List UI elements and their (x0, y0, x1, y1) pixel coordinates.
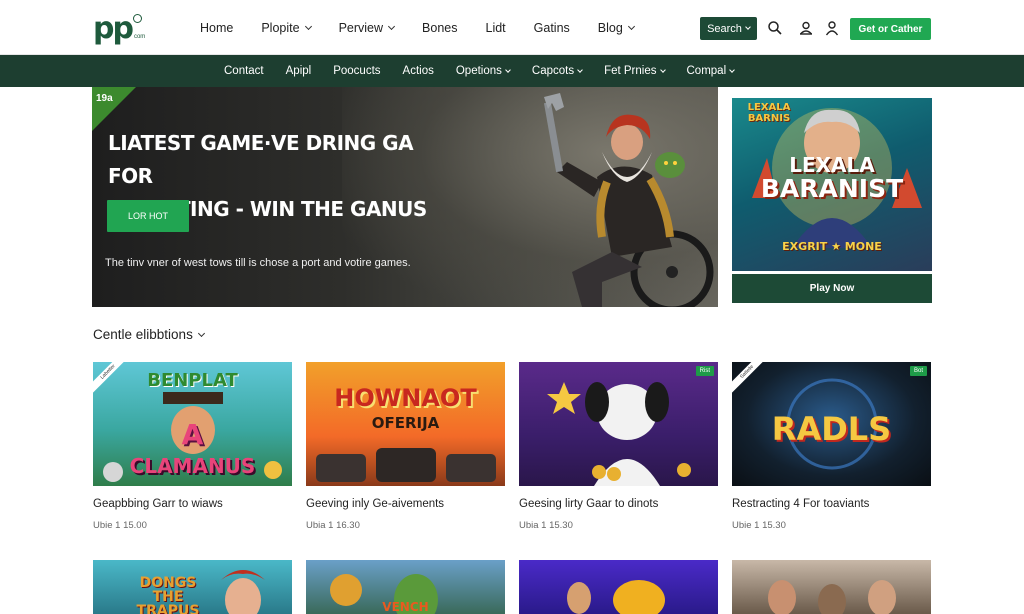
search-button-label: Search (707, 22, 742, 35)
subnav-item-label: Actios (402, 65, 434, 77)
subnav-item-label: Capcots (531, 65, 575, 77)
chevron-down-icon (197, 329, 205, 337)
promo-title-line: BARANIST (760, 174, 904, 203)
promo-corner-text: LEXALA BARNIS (747, 102, 791, 124)
game-card[interactable]: Labetter BENPLAT A CLAMANUS Geapbbing Ga… (93, 362, 292, 531)
nav-item-label: Bones (422, 20, 458, 35)
card-artwork (567, 580, 665, 614)
nav-item-blog[interactable]: Blog (597, 20, 635, 35)
subnav-item-label: Compal (686, 65, 727, 77)
logo-mark: pp (93, 11, 134, 46)
hero-title-line: Liatest game·ve dring ga for (108, 131, 414, 188)
card-image-text: CLAMANUS (129, 454, 256, 478)
card-title[interactable]: Geapbbing Garr to wiaws (93, 498, 292, 510)
game-card-partial[interactable] (519, 560, 718, 614)
secondary-nav: Contact Apipl Poocucts Actios Opetions Capcot… (0, 55, 1024, 87)
card-title[interactable]: Geesing lirty Gaar to dinots (519, 498, 718, 510)
nav-item-label: Lidt (485, 20, 506, 35)
game-card-partial[interactable]: DONGS THE TRAPUS (93, 560, 292, 614)
site-logo[interactable]: pp com (93, 12, 145, 44)
game-card[interactable]: HOWNAOT OFERIJA Geeving inly Ge-aivement… (306, 362, 505, 531)
card-meta: Ubia 1 15.30 (519, 520, 573, 531)
play-now-button[interactable]: Play Now (732, 274, 932, 303)
card-image-text: RADLS (771, 410, 892, 448)
chevron-down-icon (745, 24, 751, 30)
game-card-partial[interactable] (732, 560, 931, 614)
subnav-item-actios[interactable]: Actios (403, 65, 434, 77)
game-card-image: Labetter BENPLAT A CLAMANUS (93, 362, 292, 486)
game-card-image: HOWNAOT OFERIJA (306, 362, 505, 486)
hero-character-illustration (543, 93, 714, 307)
card-artwork (547, 382, 691, 486)
card-image-text: BENPLAT (147, 370, 238, 391)
card-artwork (221, 570, 265, 614)
chevron-down-icon (388, 22, 396, 30)
subnav-item-contact[interactable]: Contact (224, 65, 264, 77)
nav-item-home[interactable]: Home (200, 21, 233, 35)
card-meta: Ubie 1 15.00 (93, 520, 147, 531)
subnav-item-label: Opetions (455, 65, 502, 77)
card-badge: Bot (909, 366, 927, 376)
card-image-text: VENCH (382, 600, 429, 614)
game-card[interactable]: Sattelle Bot RADLS Restracting 4 For toa… (732, 362, 931, 531)
card-title[interactable]: Restracting 4 For toaviants (732, 498, 931, 510)
subnav-item-label: Apipl (285, 65, 312, 77)
chevron-down-icon (659, 66, 666, 73)
subnav-item-label: Fet Prnies (604, 65, 657, 77)
chevron-down-icon (304, 22, 312, 30)
nav-item-perview[interactable]: Perview (338, 20, 396, 35)
subnav-item-capcots[interactable]: Capcots (531, 65, 583, 77)
logo-suffix: com (133, 34, 146, 40)
subnav-item-label: Poocucts (333, 65, 381, 77)
card-meta: Ubie 1 15.30 (732, 520, 786, 531)
subnav-item-label: Contact (224, 65, 264, 77)
main-nav: Home Plopite Perview Bones Lidt Gatins Blog (200, 0, 662, 55)
nav-item-label: Gatins (533, 20, 570, 35)
chevron-down-icon (627, 22, 635, 30)
top-header: pp com Home Plopite Perview Bones Lidt Gatins… (0, 0, 1024, 55)
nav-item-bones[interactable]: Bones (422, 21, 457, 35)
chevron-down-icon (577, 66, 583, 73)
subnav-item-apipl[interactable]: Apipl (286, 65, 312, 77)
card-title[interactable]: Geeving inly Ge-aivements (306, 498, 505, 510)
nav-item-gatins[interactable]: Gatins (534, 21, 570, 35)
game-card-image: Sattelle Bot RADLS (732, 362, 931, 486)
registered-icon (133, 14, 142, 23)
search-button[interactable]: Search (700, 17, 757, 40)
hero-cta-button[interactable]: LOR HOT (107, 200, 189, 232)
hero-banner[interactable]: 19a Liatest game·ve dring ga for excepti… (92, 87, 718, 307)
hero-description: The tinv vner of west tows till is chose… (105, 257, 411, 269)
nav-item-label: Home (200, 20, 234, 35)
subnav-item-opetions[interactable]: Opetions (455, 65, 511, 77)
game-card-image: Rist (519, 362, 718, 486)
card-image-text: HOWNAOT (334, 384, 477, 412)
promo-game-image[interactable]: LEXALA BARNIS LEXALA BARANIST EXGRIT ★ M… (732, 98, 932, 271)
subnav-item-fet-prnies[interactable]: Fet Prnies (604, 65, 666, 77)
section-title[interactable]: Centle elibbtions (93, 327, 205, 342)
nav-item-label: Blog (597, 20, 623, 35)
account-icon[interactable] (798, 20, 814, 36)
card-badge: Rist (695, 366, 714, 376)
promo-tag: EXGRIT ★ MONE (782, 240, 882, 253)
nav-item-plopite[interactable]: Plopite (261, 20, 312, 35)
search-icon[interactable] (767, 20, 783, 36)
subnav-item-poocucts[interactable]: Poocucts (333, 65, 380, 77)
card-meta: Ubia 1 16.30 (306, 520, 360, 531)
card-artwork (768, 580, 896, 614)
chevron-down-icon (505, 66, 511, 73)
nav-item-label: Plopite (261, 20, 300, 35)
card-image-text: OFERIJA (371, 414, 440, 432)
cta-button[interactable]: Get or Cather (850, 18, 931, 40)
subnav-item-compal[interactable]: Compal (687, 65, 735, 77)
game-card-partial[interactable]: VENCH (306, 560, 505, 614)
chevron-down-icon (729, 66, 735, 73)
nav-item-label: Perview (338, 20, 384, 35)
game-card[interactable]: Rist Geesing lirty Gaar to dinots Ubia 1… (519, 362, 718, 531)
hero-corner-label: 19a (96, 93, 113, 104)
nav-item-lidt[interactable]: Lidt (486, 21, 506, 35)
section-title-label: Centle elibbtions (93, 327, 193, 342)
user-icon[interactable] (824, 20, 840, 36)
card-image-text: A (181, 418, 204, 451)
